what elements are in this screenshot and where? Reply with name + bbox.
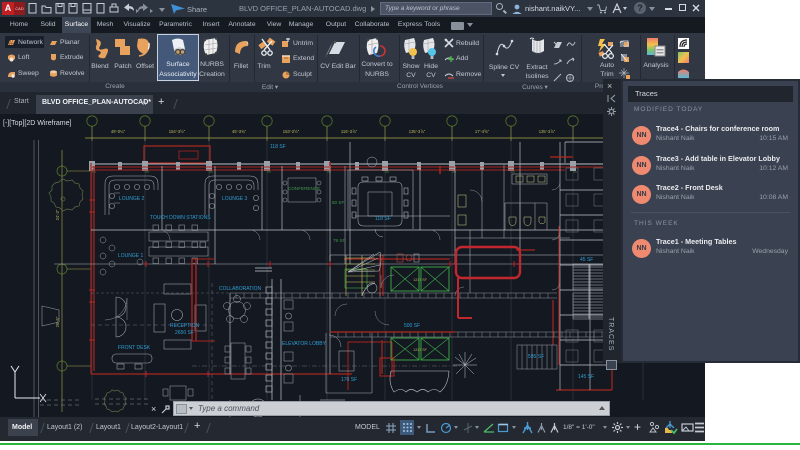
svg-text:LOUNGE 3: LOUNGE 3: [222, 196, 248, 202]
svg-text:145 SF: 145 SF: [578, 374, 594, 380]
svg-text:LOUNGE 2: LOUNGE 2: [119, 196, 145, 202]
svg-text:118 SF: 118 SF: [375, 216, 391, 222]
svg-text:118 SF: 118 SF: [270, 144, 286, 150]
svg-text:135'-3⅞": 135'-3⅞": [539, 129, 556, 134]
svg-text:ELEVATOR LOBBY: ELEVATOR LOBBY: [282, 341, 327, 347]
svg-text:154'-3½": 154'-3½": [169, 129, 186, 134]
svg-text:45'-3¾": 45'-3¾": [232, 129, 247, 134]
svg-text:TOUCH DOWN STATIONS: TOUCH DOWN STATIONS: [150, 215, 211, 221]
svg-text:CONFERENCE: CONFERENCE: [288, 186, 320, 191]
svg-text:153'-2½": 153'-2½": [283, 129, 300, 134]
svg-text:1247 SF: 1247 SF: [413, 278, 427, 282]
svg-text:48'-0¼": 48'-0¼": [111, 129, 126, 134]
svg-text:RECEPTION: RECEPTION: [170, 323, 200, 329]
svg-text:135'-3⅞": 135'-3⅞": [409, 129, 426, 134]
svg-text:79 SF: 79 SF: [333, 238, 345, 243]
svg-text:26'-6": 26'-6": [55, 316, 60, 327]
svg-text:50 SF: 50 SF: [332, 200, 344, 205]
svg-text:1247 SF: 1247 SF: [413, 348, 427, 352]
svg-text:LOUNGE 1: LOUNGE 1: [118, 253, 144, 259]
svg-text:170 SF: 170 SF: [341, 377, 357, 383]
svg-text:24'-3": 24'-3": [55, 209, 60, 220]
svg-text:Share: Share: [187, 5, 207, 14]
svg-text:595 SF: 595 SF: [528, 354, 544, 360]
svg-text:500 SF: 500 SF: [404, 323, 420, 329]
svg-text:COLLABORATION: COLLABORATION: [219, 286, 262, 292]
svg-text:115'-3⅞": 115'-3⅞": [341, 129, 358, 134]
svg-text:FRONT DESK: FRONT DESK: [118, 345, 151, 351]
svg-text:2650 SF: 2650 SF: [175, 330, 194, 336]
svg-text:45 SF: 45 SF: [580, 257, 593, 263]
svg-text:17'-4⅝": 17'-4⅝": [475, 129, 490, 134]
svg-text:[-][Top][2D Wireframe]: [-][Top][2D Wireframe]: [3, 120, 72, 127]
